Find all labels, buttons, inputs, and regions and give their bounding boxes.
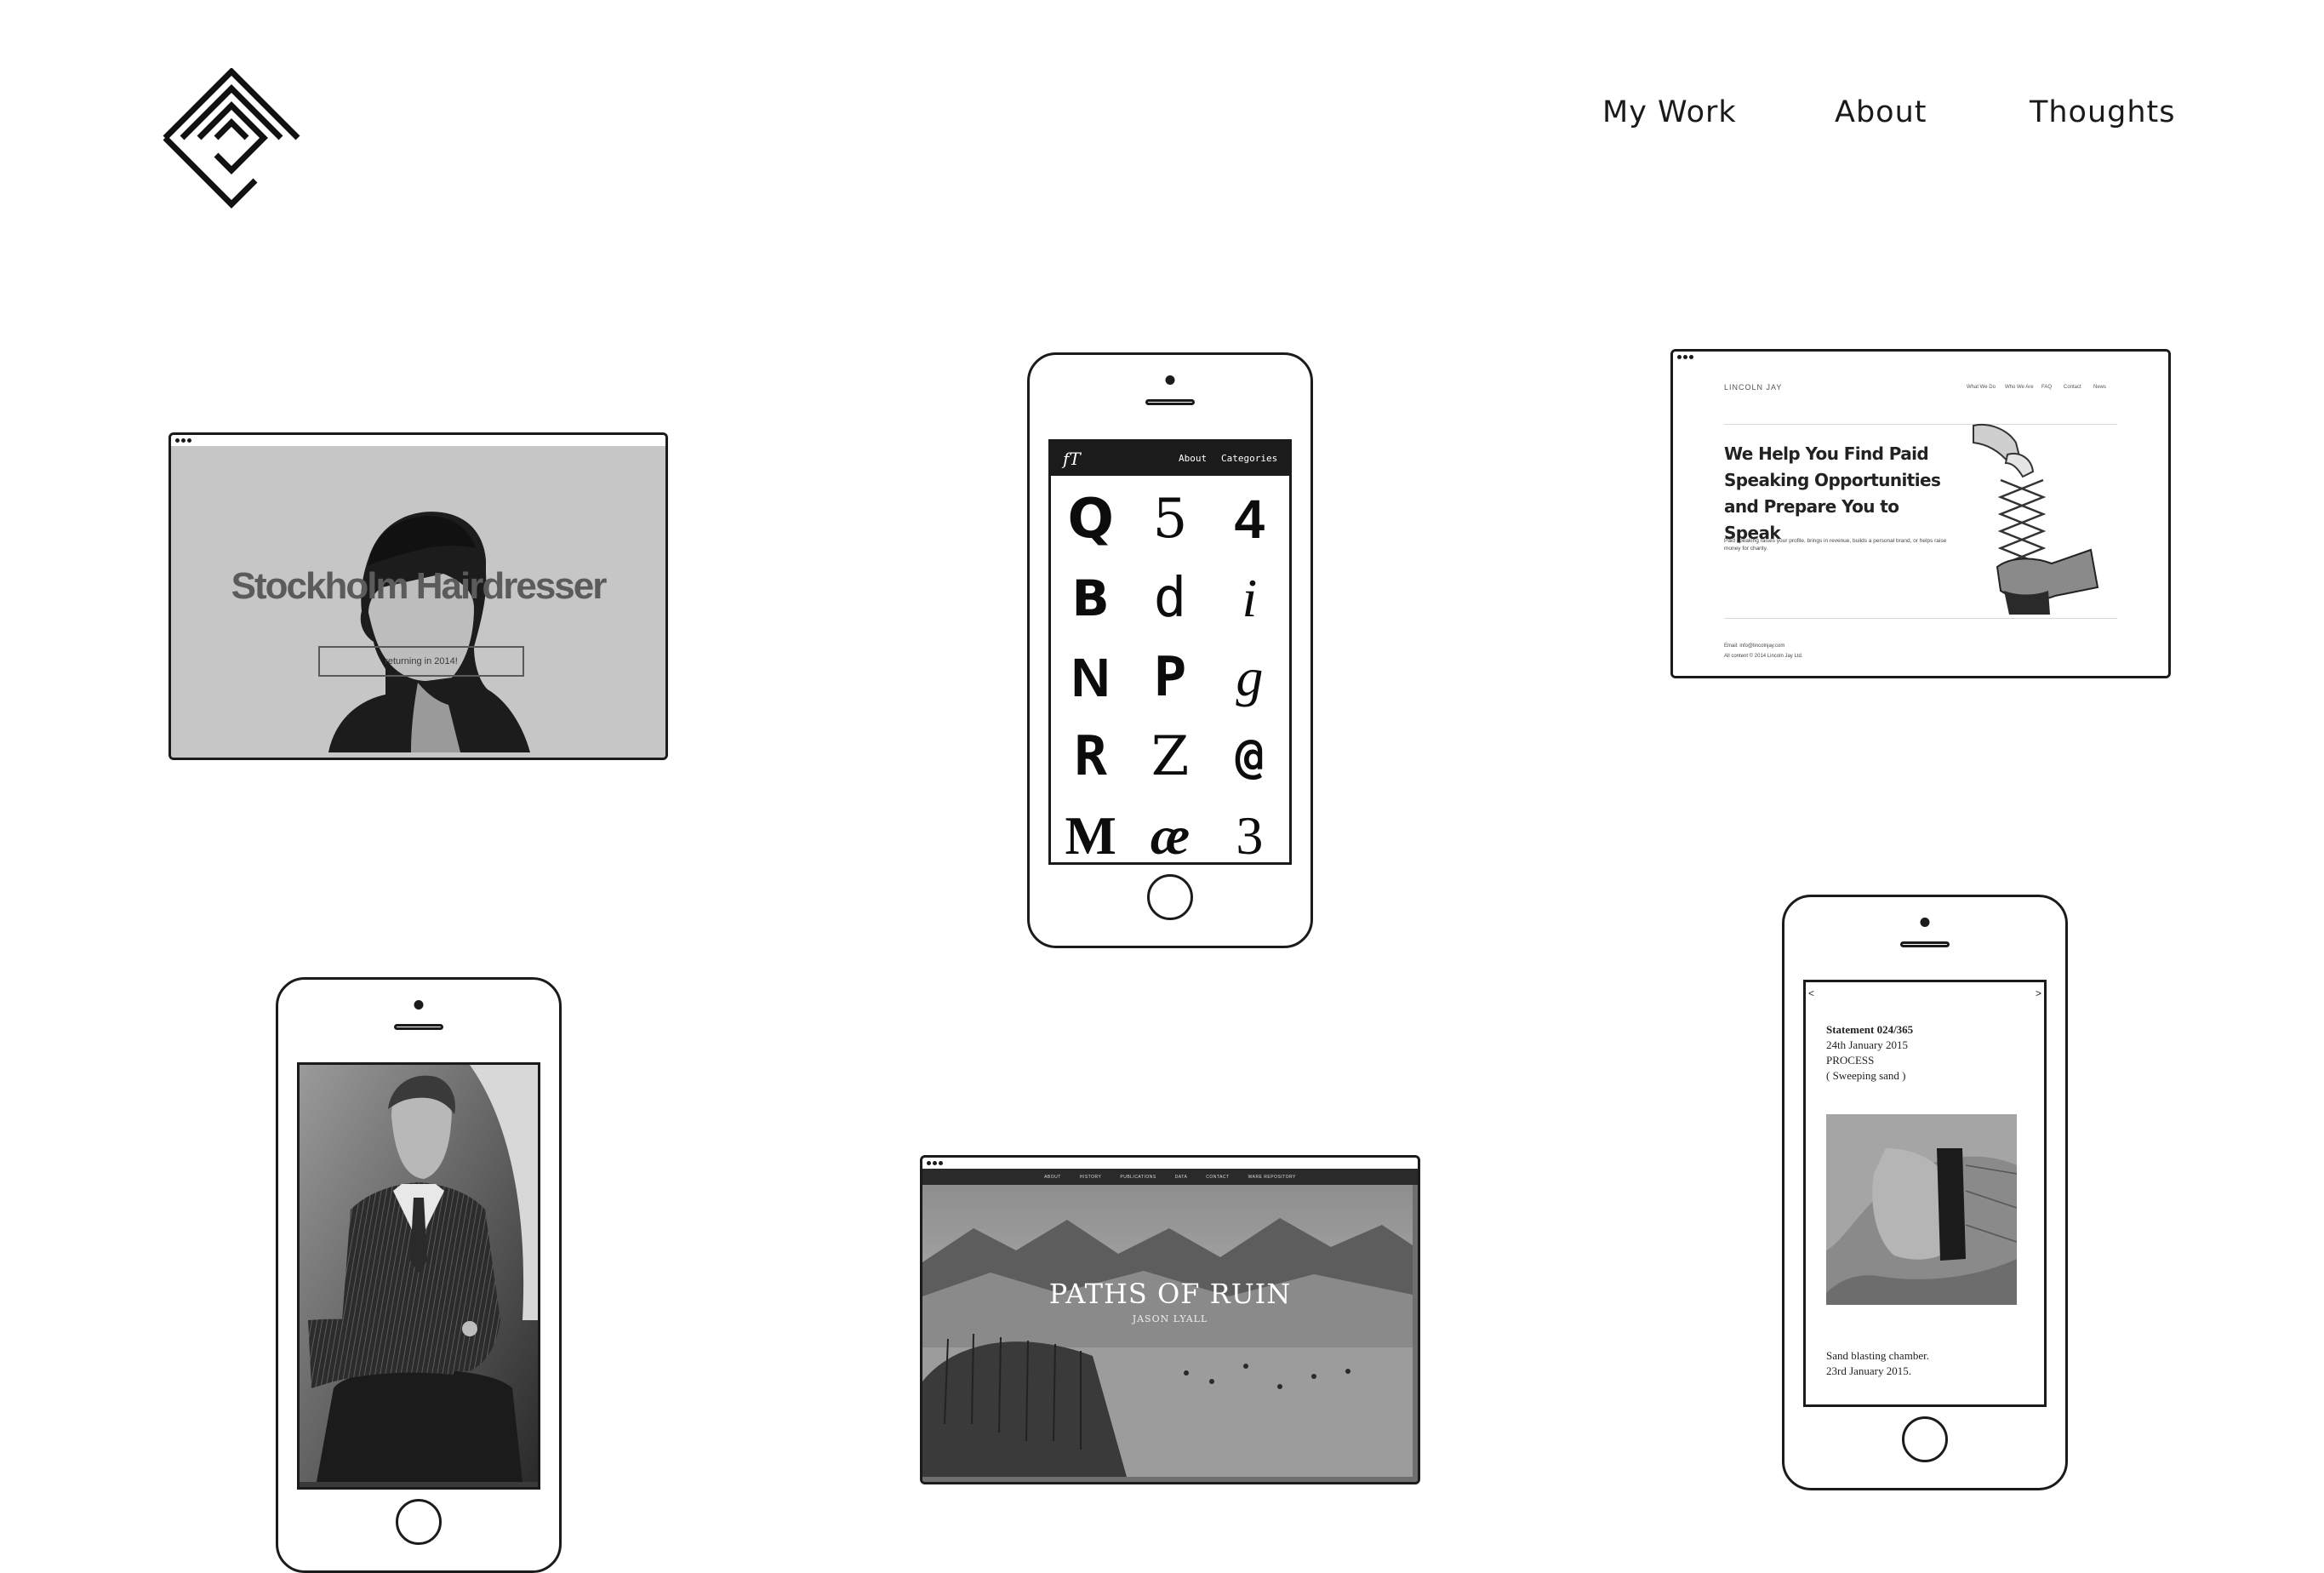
nav-thoughts[interactable]: Thoughts bbox=[2030, 95, 2176, 129]
site-menu-item: PUBLICATIONS bbox=[1120, 1174, 1156, 1180]
glyph-cell: Q bbox=[1067, 487, 1114, 551]
site-preview-portrait bbox=[297, 1062, 540, 1490]
phone-speaker-icon bbox=[1145, 399, 1195, 405]
browser-dot-icon bbox=[939, 1161, 943, 1165]
site-preview-paths-of-ruin: ABOUT HISTORY PUBLICATIONS DATA CONTACT … bbox=[922, 1169, 1418, 1482]
glyph-cell: Z bbox=[1151, 724, 1190, 788]
nav-about[interactable]: About bbox=[1835, 95, 1927, 129]
site-author: JASON LYALL bbox=[1132, 1313, 1208, 1324]
site-menu-item: News bbox=[2093, 385, 2107, 390]
phone-camera-icon bbox=[1920, 918, 1930, 927]
site-menu-item: Who We Are bbox=[2005, 385, 2034, 390]
browser-dot-icon bbox=[1689, 355, 1693, 359]
glyph-cell: 4 bbox=[1234, 488, 1265, 550]
next-arrow-icon: > bbox=[2035, 987, 2041, 999]
site-title: Stockholm Hairdresser bbox=[231, 565, 608, 607]
browser-dot-icon bbox=[1683, 355, 1687, 359]
glyph-cell: N bbox=[1071, 646, 1111, 708]
site-preview-statement: < > Statement 024/365 24th January 2015 … bbox=[1803, 980, 2047, 1407]
site-menu-item: HISTORY bbox=[1079, 1174, 1102, 1180]
browser-dot-icon bbox=[1677, 355, 1682, 359]
suited-man-illustration bbox=[300, 1065, 538, 1482]
divider bbox=[1724, 618, 2117, 619]
site-title: PATHS OF RUIN bbox=[1048, 1278, 1292, 1310]
glyph-cell: M bbox=[1065, 804, 1116, 865]
phone-home-button-icon bbox=[1902, 1416, 1948, 1462]
glyph-cell: d bbox=[1153, 566, 1187, 630]
site-menu-item: DATA bbox=[1174, 1174, 1188, 1180]
handshake-scissor-illustration bbox=[1973, 424, 2099, 615]
phone-home-button-icon bbox=[396, 1499, 442, 1545]
glyph-cell: 5 bbox=[1152, 487, 1188, 551]
browser-dot-icon bbox=[933, 1161, 937, 1165]
site-menu-item: What We Do bbox=[1967, 385, 1996, 390]
browser-dot-icon bbox=[187, 438, 191, 443]
site-nav: ABOUT HISTORY PUBLICATIONS DATA CONTACT … bbox=[922, 1169, 1418, 1185]
site-footer-email: Email: info@lincolnjay.com bbox=[1724, 644, 1785, 649]
statement-subject: ( Sweeping sand ) bbox=[1826, 1069, 1906, 1082]
glyph-cell: g bbox=[1236, 646, 1264, 707]
glyph-grid: Q 5 4 B d i N P g R Z @ M æ 3 bbox=[1051, 479, 1289, 865]
photo-caption: Sand blasting chamber. bbox=[1826, 1349, 1929, 1362]
site-menu-item: CONTACT bbox=[1206, 1174, 1230, 1180]
site-footer-copyright: All content © 2014 Lincoln Jay Ltd. bbox=[1724, 654, 1803, 659]
app-link-about: About bbox=[1179, 453, 1208, 464]
site-headline: We Help You Find Paid Speaking Opportuni… bbox=[1724, 443, 1941, 543]
site-logo-icon[interactable] bbox=[162, 68, 306, 213]
statement-date: 24th January 2015 bbox=[1826, 1038, 1909, 1051]
photo-caption-date: 23rd January 2015. bbox=[1826, 1364, 1912, 1377]
portfolio-item-lincoln-jay[interactable]: LINCOLN JAY What We Do Who We Are FAQ Co… bbox=[1670, 349, 2171, 678]
browser-dot-icon bbox=[175, 438, 180, 443]
glyph-cell: R bbox=[1074, 724, 1107, 788]
site-menu-item: FAQ bbox=[2041, 385, 2053, 390]
app-logo: fT bbox=[1063, 449, 1081, 469]
site-body-text: Paid speaking raises your profile, bring… bbox=[1724, 538, 1947, 552]
site-brand: LINCOLN JAY bbox=[1724, 383, 1783, 392]
app-header: fT About Categories bbox=[1051, 442, 1289, 476]
prev-arrow-icon: < bbox=[1808, 987, 1815, 999]
statement-category: PROCESS bbox=[1826, 1054, 1875, 1067]
glyph-cell: @ bbox=[1235, 728, 1265, 784]
glyph-cell: i bbox=[1242, 567, 1258, 628]
site-menu-item: WARE REPOSITORY bbox=[1248, 1174, 1296, 1180]
glyph-cell: 3 bbox=[1236, 804, 1264, 865]
portfolio-item-portrait-app[interactable] bbox=[276, 977, 562, 1573]
glyph-cell: æ bbox=[1150, 804, 1191, 865]
statement-heading: Statement 024/365 bbox=[1826, 1023, 1914, 1036]
phone-speaker-icon bbox=[394, 1024, 443, 1030]
sand-brush-photo bbox=[1826, 1114, 2017, 1305]
site-preview-typeface: fT About Categories Q 5 4 B d i N P g R … bbox=[1048, 439, 1292, 865]
portfolio-item-statement-365[interactable]: < > Statement 024/365 24th January 2015 … bbox=[1782, 895, 2068, 1490]
portfolio-item-typeface-app[interactable]: fT About Categories Q 5 4 B d i N P g R … bbox=[1027, 352, 1313, 948]
site-preview-lincoln-jay: LINCOLN JAY What We Do Who We Are FAQ Co… bbox=[1673, 363, 2168, 676]
portfolio-item-paths-of-ruin[interactable]: ABOUT HISTORY PUBLICATIONS DATA CONTACT … bbox=[920, 1155, 1420, 1484]
notice-text: returning in 2014! bbox=[385, 656, 458, 666]
browser-dot-icon bbox=[927, 1161, 931, 1165]
phone-camera-icon bbox=[1165, 375, 1175, 385]
site-preview-stockholm: Stockholm Hairdresser returning in 2014! bbox=[171, 446, 665, 758]
nav-my-work[interactable]: My Work bbox=[1602, 95, 1737, 129]
browser-dot-icon bbox=[181, 438, 186, 443]
site-menu-item: ABOUT bbox=[1044, 1174, 1061, 1180]
glyph-cell: B bbox=[1071, 569, 1110, 627]
site-menu-item: Contact bbox=[2064, 385, 2081, 390]
phone-speaker-icon bbox=[1900, 941, 1950, 947]
phone-camera-icon bbox=[414, 1000, 424, 1010]
glyph-cell: P bbox=[1153, 645, 1187, 709]
app-link-categories: Categories bbox=[1221, 453, 1278, 464]
notice-box: returning in 2014! bbox=[318, 646, 524, 677]
phone-home-button-icon bbox=[1147, 874, 1193, 920]
portfolio-item-stockholm-hairdresser[interactable]: Stockholm Hairdresser returning in 2014! bbox=[168, 432, 668, 760]
